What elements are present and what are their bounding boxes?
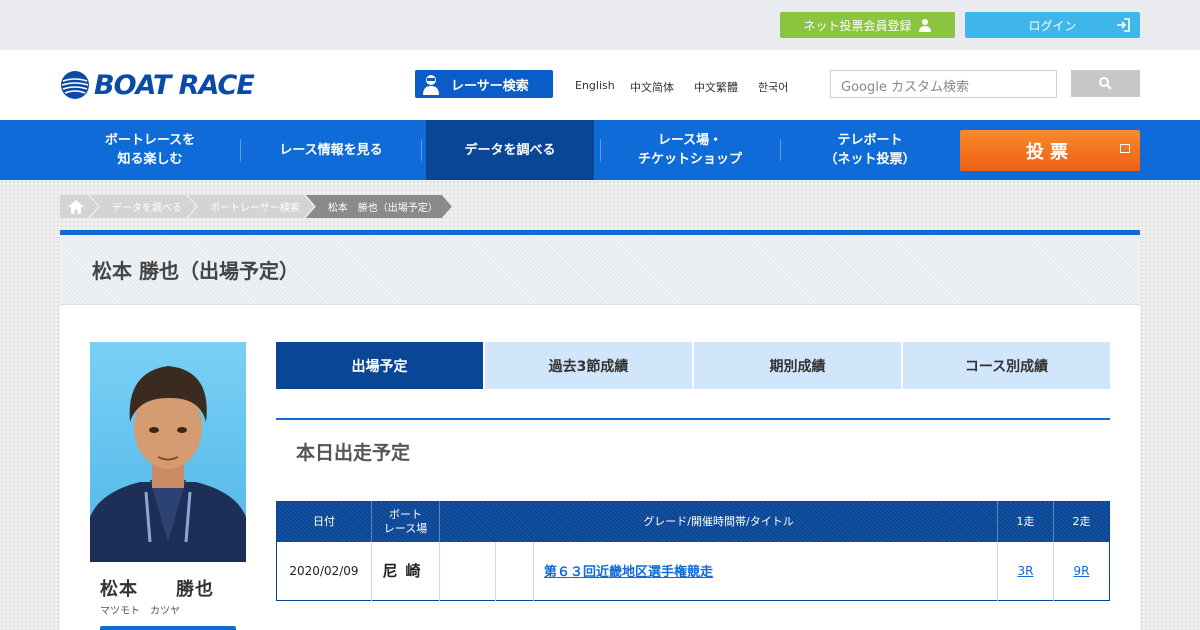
header-grade: グレード/開催時間帯/タイトル xyxy=(439,501,998,542)
nav-item-data[interactable]: データを調べる xyxy=(426,120,594,180)
search-button[interactable] xyxy=(1071,70,1140,97)
racer-portrait xyxy=(90,366,246,562)
cell-race2: 9R xyxy=(1053,541,1110,601)
racer-search-button[interactable]: レーサー検索 xyxy=(415,70,553,98)
lang-zh-hans-link[interactable]: 中文简体 xyxy=(630,79,674,95)
cell-date: 2020/02/09 xyxy=(289,563,359,578)
logo-text: BOAT RACE xyxy=(94,69,255,101)
breadcrumb: データを調べる ボートレーサー検索 松本 勝也（出場予定） xyxy=(60,195,444,218)
header-race1: 1走 xyxy=(997,501,1054,542)
profile-action-button[interactable] xyxy=(100,626,236,630)
breadcrumb-racer-search[interactable]: ボートレーサー検索 xyxy=(188,195,314,218)
page-title: 松本 勝也（出場予定） xyxy=(92,259,299,283)
header-date: 日付 xyxy=(276,501,372,542)
racer-search-label: レーサー検索 xyxy=(451,78,529,94)
lang-zh-hant-link[interactable]: 中文繁體 xyxy=(694,79,738,95)
nav-item-teleboat[interactable]: テレボート （ネット投票） xyxy=(781,120,959,180)
racer-tabs: 出場予定 過去3節成績 期別成績 コース別成績 xyxy=(276,342,1110,389)
login-icon xyxy=(1117,18,1130,32)
tab-schedule[interactable]: 出場予定 xyxy=(276,342,483,389)
breadcrumb-home[interactable] xyxy=(60,195,98,218)
lang-english-link[interactable]: English xyxy=(575,79,615,92)
tab-last-3-results[interactable]: 過去3節成績 xyxy=(485,342,692,389)
nav-item-stadiums[interactable]: レース場・ チケットショップ xyxy=(601,120,779,180)
panel-header: 松本 勝也（出場予定） xyxy=(60,235,1140,305)
race-title-link[interactable]: 第６３回近畿地区選手権競走 xyxy=(544,565,713,580)
cell-grade xyxy=(439,541,496,601)
external-window-icon xyxy=(1120,144,1130,153)
user-icon xyxy=(918,19,931,32)
tab-course-results[interactable]: コース別成績 xyxy=(903,342,1110,389)
header-venue: ボート レース場 xyxy=(371,501,440,542)
schedule-table: 日付 ボート レース場 グレード/開催時間帯/タイトル 1走 2走 2020/0… xyxy=(276,501,1110,601)
section-divider xyxy=(276,418,1110,420)
nav-item-about[interactable]: ボートレースを 知る楽しむ xyxy=(60,120,240,180)
lang-korean-link[interactable]: 한국어 xyxy=(758,79,788,95)
site-header: BOAT RACE レーサー検索 English 中文简体 中文繁體 한국어 G… xyxy=(0,50,1200,120)
global-nav: ボートレースを 知る楽しむ レース情報を見る データを調べる レース場・ チケッ… xyxy=(0,120,1200,180)
boatrace-logo[interactable]: BOAT RACE xyxy=(60,68,255,102)
utility-bar: ネット投票会員登録 ログイン xyxy=(0,0,1200,50)
cell-race1: 3R xyxy=(997,541,1054,601)
site-search-input[interactable]: Google カスタム検索 xyxy=(830,70,1057,98)
racer-name-kana: マツモト カツヤ xyxy=(100,606,180,617)
breadcrumb-data[interactable]: データを調べる xyxy=(90,195,196,218)
tab-period-results[interactable]: 期別成績 xyxy=(694,342,901,389)
nav-divider xyxy=(421,139,422,161)
race2-link[interactable]: 9R xyxy=(1074,564,1090,578)
login-label: ログイン xyxy=(1028,18,1077,33)
register-button[interactable]: ネット投票会員登録 xyxy=(780,12,955,38)
vote-button[interactable]: 投票 xyxy=(960,130,1140,171)
search-icon xyxy=(1099,77,1112,90)
login-button[interactable]: ログイン xyxy=(965,12,1140,38)
nav-item-race-info[interactable]: レース情報を見る xyxy=(241,120,421,180)
section-title: 本日出走予定 xyxy=(296,442,411,464)
header-race2: 2走 xyxy=(1053,501,1110,542)
register-label: ネット投票会員登録 xyxy=(803,18,912,33)
race1-link[interactable]: 3R xyxy=(1018,564,1034,578)
table-row: 2020/02/09 尼崎 第６３回近畿地区選手権競走 3R 9R xyxy=(277,541,1110,601)
racer-panel: 松本 勝也（出場予定） 松本 勝也 マツモト カツヤ 出場予定 過去3節成績 期… xyxy=(60,230,1140,630)
cell-title: 第６３回近畿地区選手権競走 xyxy=(533,541,998,601)
racer-icon xyxy=(423,75,439,95)
table-header-row: 日付 ボート レース場 グレード/開催時間帯/タイトル 1走 2走 xyxy=(276,501,1110,542)
breadcrumb-current: 松本 勝也（出場予定） xyxy=(306,195,452,218)
cell-venue: 尼崎 xyxy=(371,541,440,601)
racer-name: 松本 勝也 xyxy=(100,579,214,600)
home-icon xyxy=(68,200,84,214)
logo-mark-icon xyxy=(61,71,89,99)
vote-label: 投票 xyxy=(1026,141,1074,163)
cell-time xyxy=(495,541,534,601)
racer-photo xyxy=(90,342,246,562)
